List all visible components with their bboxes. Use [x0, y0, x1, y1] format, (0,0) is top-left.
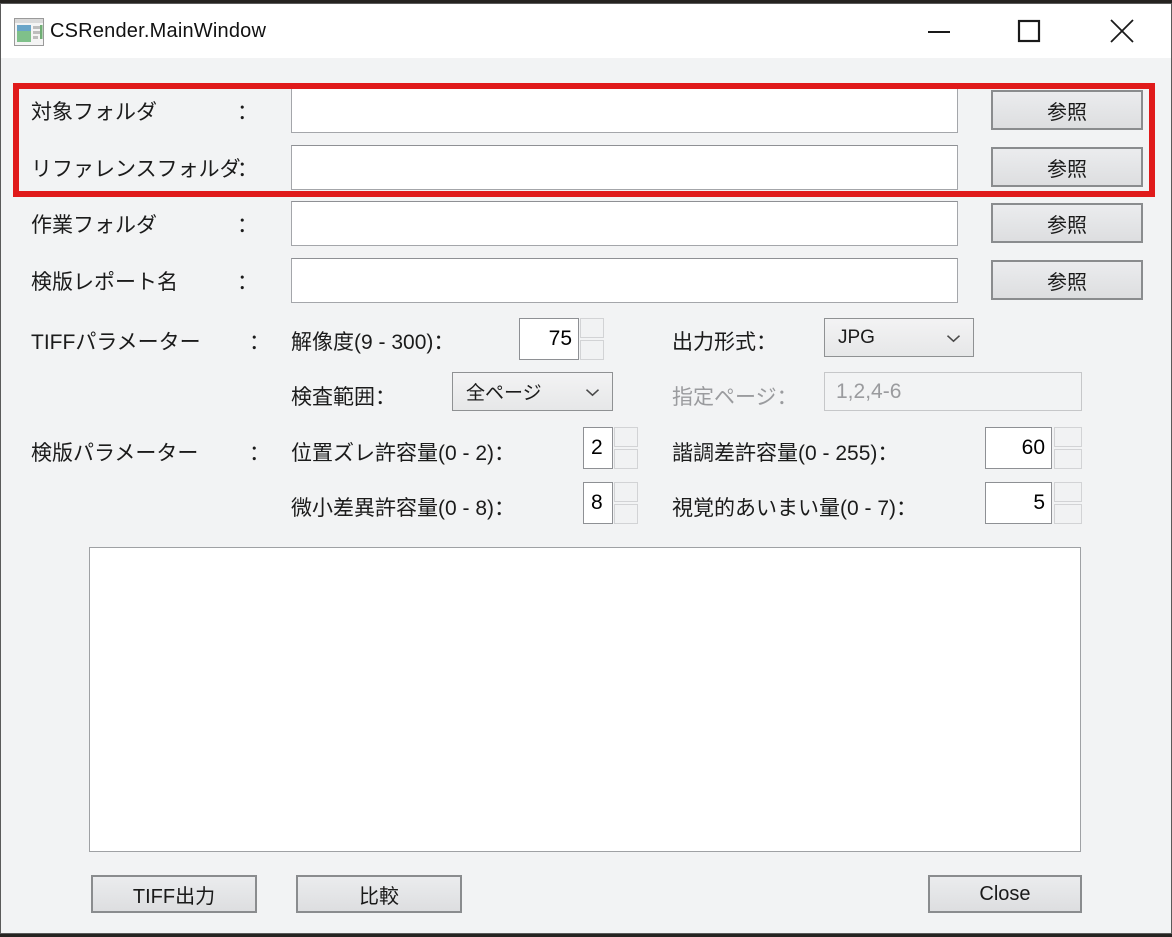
chevron-down-icon: [946, 334, 961, 343]
close-window-button[interactable]: Close: [928, 875, 1082, 913]
position-tolerance-label: 位置ズレ許容量(0 - 2)：: [291, 437, 515, 467]
kenpan-params-colon: ：: [249, 437, 270, 467]
screen: CSRender.MainWindow 対象フォルダ ： 参照 リファレンスフォ…: [0, 0, 1172, 937]
output-format-value: JPG: [838, 327, 875, 349]
tiff-output-button[interactable]: TIFF出力: [91, 875, 257, 913]
report-name-input[interactable]: [291, 258, 958, 303]
report-name-browse-button[interactable]: 参照: [991, 260, 1143, 300]
chevron-down-icon: [585, 388, 600, 397]
compare-button[interactable]: 比較: [296, 875, 462, 913]
minimize-button[interactable]: [894, 4, 984, 58]
position-tolerance-input[interactable]: [583, 427, 613, 469]
output-format-select[interactable]: JPG: [824, 318, 974, 357]
scan-range-value: 全ページ: [466, 378, 542, 405]
log-output[interactable]: [89, 547, 1081, 852]
close-button[interactable]: [1074, 4, 1170, 58]
resolution-label: 解像度(9 - 300)：: [291, 326, 454, 356]
target-folder-browse-button[interactable]: 参照: [991, 90, 1143, 130]
minor-diff-spin-up-button[interactable]: [614, 482, 638, 502]
tiff-params-colon: ：: [249, 326, 270, 356]
output-format-label: 出力形式：: [672, 326, 777, 356]
resolution-spin-up-button[interactable]: [580, 318, 604, 338]
report-name-label: 検版レポート名: [31, 266, 178, 296]
close-icon: [1109, 18, 1135, 44]
minor-diff-tolerance-label: 微小差異許容量(0 - 8)：: [291, 492, 515, 522]
position-spin-up-button[interactable]: [614, 427, 638, 447]
tone-spin-up-button[interactable]: [1054, 427, 1082, 447]
maximize-icon: [1017, 19, 1041, 43]
target-folder-colon: ：: [237, 96, 258, 126]
tone-spin-down-button[interactable]: [1054, 449, 1082, 469]
target-folder-input[interactable]: [291, 88, 958, 133]
visual-fuzz-spin-down-button[interactable]: [1054, 504, 1082, 524]
reference-folder-label: リファレンスフォルダ: [31, 153, 241, 183]
kenpan-params-label: 検版パラメーター: [31, 437, 198, 467]
tiff-params-label: TIFFパラメーター: [31, 326, 201, 356]
position-spin-down-button[interactable]: [614, 449, 638, 469]
visual-fuzz-label: 視覚的あいまい量(0 - 7)：: [672, 492, 917, 522]
work-folder-label: 作業フォルダ: [31, 209, 157, 239]
minimize-icon: [927, 19, 951, 43]
work-folder-browse-button[interactable]: 参照: [991, 203, 1143, 243]
scan-range-label: 検査範囲：: [291, 381, 396, 411]
page-spec-input[interactable]: [824, 372, 1082, 411]
app-window: CSRender.MainWindow 対象フォルダ ： 参照 リファレンスフォ…: [1, 4, 1171, 933]
page-spec-label: 指定ページ：: [672, 381, 798, 411]
reference-folder-colon: ：: [237, 153, 258, 183]
target-folder-label: 対象フォルダ: [31, 96, 157, 126]
report-name-colon: ：: [237, 266, 258, 296]
background-bottom-edge: [0, 933, 1172, 937]
reference-folder-browse-button[interactable]: 参照: [991, 147, 1143, 187]
resolution-input[interactable]: [519, 318, 579, 360]
window-title: CSRender.MainWindow: [50, 20, 266, 43]
app-icon: [14, 18, 44, 46]
visual-fuzz-spin-up-button[interactable]: [1054, 482, 1082, 502]
work-folder-colon: ：: [237, 209, 258, 239]
titlebar: CSRender.MainWindow: [1, 4, 1171, 58]
tone-tolerance-label: 諧調差許容量(0 - 255)：: [672, 437, 898, 467]
scan-range-select[interactable]: 全ページ: [452, 372, 613, 411]
tone-tolerance-input[interactable]: [985, 427, 1052, 469]
minor-diff-spin-down-button[interactable]: [614, 504, 638, 524]
minor-diff-tolerance-input[interactable]: [583, 482, 613, 524]
maximize-button[interactable]: [984, 4, 1074, 58]
reference-folder-input[interactable]: [291, 145, 958, 190]
work-folder-input[interactable]: [291, 201, 958, 246]
resolution-spin-down-button[interactable]: [580, 340, 604, 360]
visual-fuzz-input[interactable]: [985, 482, 1052, 524]
